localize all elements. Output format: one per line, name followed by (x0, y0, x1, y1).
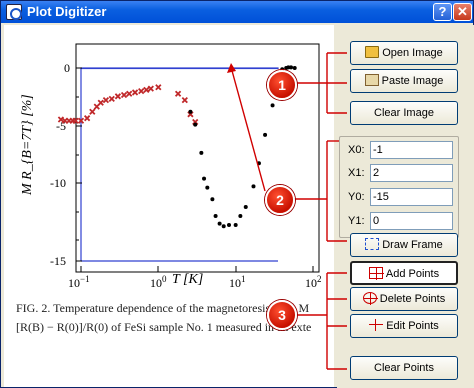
frame-top-edge (80, 67, 279, 70)
data-point-dot (188, 109, 193, 114)
open-image-button[interactable]: Open Image (350, 41, 458, 65)
clear-points-label: Clear Points (374, 362, 434, 374)
data-point-dot (205, 185, 210, 190)
data-point-x (83, 115, 91, 122)
y1-input[interactable]: 0 (370, 212, 453, 230)
data-point-dot (213, 213, 218, 218)
app-icon (6, 4, 22, 20)
data-point-dot (202, 176, 207, 181)
folder-icon (365, 46, 380, 59)
clear-points-button[interactable]: Clear Points (350, 356, 458, 380)
draw-frame-button[interactable]: Draw Frame (350, 233, 458, 257)
data-point-x (143, 86, 150, 94)
add-points-button[interactable]: Add Points (350, 261, 458, 285)
x0-row: X0: -1 (340, 141, 458, 161)
y0-input[interactable]: -15 (370, 188, 453, 206)
clear-image-button[interactable]: Clear Image (350, 101, 458, 125)
data-point-dot (199, 150, 204, 155)
data-point-x (120, 91, 128, 99)
x-tick-label-2: 101 (229, 274, 246, 290)
y0-row: Y0: -15 (340, 188, 458, 208)
add-points-label: Add Points (385, 268, 440, 280)
x1-label: X1: (348, 167, 365, 179)
data-marks (57, 65, 297, 229)
data-point-x (114, 93, 122, 100)
data-point-dot (227, 222, 232, 227)
x0-input[interactable]: -1 (370, 141, 453, 159)
y-tick-label: -10 (50, 176, 66, 190)
data-point-x (174, 90, 182, 97)
x-tick-label-3: 102 (305, 274, 322, 290)
open-image-label: Open Image (382, 47, 443, 59)
data-point-dot (256, 161, 261, 166)
x-axis-label: T [K] (172, 272, 203, 287)
data-point-x (155, 84, 162, 91)
draw-frame-label: Draw Frame (382, 239, 443, 251)
y-axis-label: M R_{B=7T} [%] (20, 94, 35, 196)
paste-image-button[interactable]: Paste Image (350, 69, 458, 93)
calibration-group: X0: -1 X1: 2 Y0: -15 Y1: 0 (339, 136, 459, 238)
data-point-dot (263, 132, 268, 137)
data-point-dot (238, 213, 243, 218)
data-point-x (131, 89, 139, 96)
data-point-dot (251, 184, 256, 189)
x1-row: X1: 2 (340, 164, 458, 184)
data-point-x (108, 95, 115, 103)
callout-badge-2: 2 (265, 185, 295, 215)
crosshair-delete-icon (362, 292, 378, 306)
y-tick-label: 0 (64, 61, 70, 75)
close-button[interactable]: ✕ (453, 3, 472, 21)
help-button[interactable]: ? (433, 3, 452, 21)
data-point-dot (289, 65, 294, 70)
y1-row: Y1: 0 (340, 212, 458, 232)
edit-points-label: Edit Points (386, 320, 439, 332)
clear-image-label: Clear Image (374, 107, 434, 119)
data-point-x (97, 99, 104, 106)
control-panel: Open Image Paste Image Clear Image X0: -… (337, 25, 474, 388)
delete-points-label: Delete Points (379, 293, 446, 305)
data-point-x (147, 85, 154, 92)
data-point-x (181, 97, 188, 104)
x1-input[interactable]: 2 (370, 164, 453, 182)
data-point-dot (217, 221, 222, 226)
crosshair-add-icon (368, 267, 384, 281)
data-point-dot (243, 204, 248, 209)
data-point-dot (193, 122, 198, 127)
x-tick-label-1: 100 (150, 274, 167, 290)
x-tick-label-0: 10−1 (68, 274, 90, 290)
y-tick-label: -15 (50, 254, 66, 268)
data-point-dot (292, 66, 297, 70)
plot-image: 0 -5 -10 -15 10−1 100 101 102 T [K] M R_… (20, 43, 322, 290)
callout-badge-1: 1 (267, 70, 297, 100)
delete-points-button[interactable]: Delete Points (350, 287, 458, 311)
paste-image-label: Paste Image (381, 75, 444, 87)
data-point-x (89, 108, 96, 115)
x0-label: X0: (348, 144, 365, 156)
y1-label: Y1: (348, 215, 365, 227)
data-point-dot (270, 103, 275, 108)
data-point-x (126, 90, 133, 97)
plot-digitizer-window: Plot Digitizer ? ✕ 0 -5 -10 -15 10−1 100… (0, 0, 474, 388)
window-title: Plot Digitizer (27, 4, 107, 19)
data-point-x (138, 88, 145, 95)
frame-icon (365, 238, 380, 251)
edit-points-button[interactable]: Edit Points (350, 314, 458, 338)
data-point-dot (221, 224, 226, 229)
y0-label: Y0: (348, 191, 365, 203)
data-point-x (102, 97, 110, 104)
data-point-dot (210, 197, 215, 202)
move-cross-icon (369, 319, 384, 332)
title-bar[interactable]: Plot Digitizer ? ✕ (1, 1, 473, 23)
callout-badge-3: 3 (267, 300, 297, 330)
data-point-dot (233, 222, 238, 227)
clipboard-icon (364, 74, 379, 87)
